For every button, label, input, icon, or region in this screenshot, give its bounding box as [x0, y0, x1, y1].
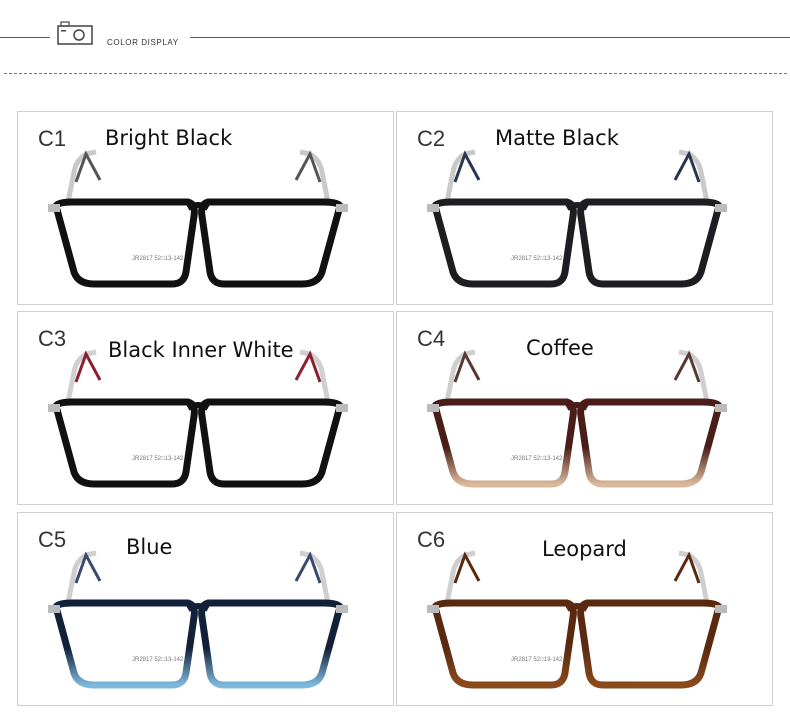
glasses-image: JR2817 52□13-142: [427, 149, 727, 288]
bridge: [186, 202, 210, 211]
variant-card-c5[interactable]: C5 Blue JR2817 52□13-142: [17, 512, 394, 706]
section-title: COLOR DISPLAY: [107, 38, 179, 47]
left-lens: [431, 198, 577, 288]
left-hinge: [427, 404, 439, 412]
lens-print-model: JR2817 52□13-142: [511, 456, 563, 462]
lens-print-model: JR2817 52□13-142: [511, 657, 563, 663]
header-rule-left: [0, 37, 50, 38]
lens-print-model: JR2817 52□13-142: [511, 256, 563, 262]
right-hinge: [715, 605, 727, 613]
lens-print-model: JR2817 52□13-142: [132, 256, 184, 262]
left-hinge: [427, 204, 439, 212]
right-lens: [577, 198, 723, 288]
left-hinge: [48, 204, 60, 212]
right-lens: [198, 599, 344, 689]
left-lens: [431, 599, 577, 689]
section-header: COLOR DISPLAY: [0, 0, 790, 80]
right-hinge: [336, 204, 348, 212]
lens-print-model: JR2817 52□13-142: [132, 456, 184, 462]
right-lens: [577, 599, 723, 689]
left-lens: [52, 599, 198, 689]
right-hinge: [336, 404, 348, 412]
glasses-image: JR2817 52□13-142: [48, 349, 348, 488]
glasses-image: JR2817 52□13-142: [427, 550, 727, 689]
lens-print-model: JR2817 52□13-142: [132, 657, 184, 663]
right-hinge: [715, 404, 727, 412]
right-hinge: [336, 605, 348, 613]
left-lens: [52, 198, 198, 288]
right-lens: [198, 198, 344, 288]
camera-icon: [57, 21, 93, 45]
variant-card-c2[interactable]: C2 Matte Black JR2817 52□13-142: [396, 111, 773, 305]
glasses-image: JR2817 52□13-142: [48, 149, 348, 288]
left-lens: [52, 398, 198, 488]
header-divider: [4, 73, 787, 74]
glasses-image: JR2817 52□13-142: [427, 349, 727, 488]
right-hinge: [715, 204, 727, 212]
bridge: [186, 402, 210, 411]
right-lens: [577, 398, 723, 488]
left-hinge: [427, 605, 439, 613]
header-rule-right: [190, 37, 790, 38]
left-hinge: [48, 605, 60, 613]
bridge: [186, 603, 210, 612]
variant-card-c4[interactable]: C4 Coffee JR2817 52□13-142: [396, 311, 773, 505]
variant-card-c3[interactable]: C3 Black Inner White JR2817 52□13-142: [17, 311, 394, 505]
left-hinge: [48, 404, 60, 412]
bridge: [565, 202, 589, 211]
left-lens: [431, 398, 577, 488]
glasses-image: JR2817 52□13-142: [48, 550, 348, 689]
variant-card-c1[interactable]: C1 Bright Black JR2817 52□13-142: [17, 111, 394, 305]
variant-card-c6[interactable]: C6 Leopard JR2817 52□13-142: [396, 512, 773, 706]
bridge: [565, 402, 589, 411]
bridge: [565, 603, 589, 612]
right-lens: [198, 398, 344, 488]
